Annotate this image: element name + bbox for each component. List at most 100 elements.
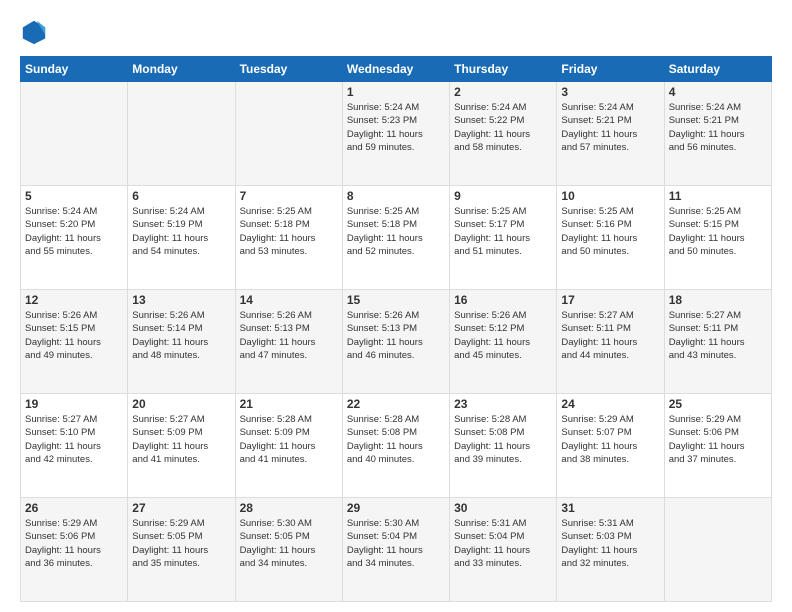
day-number: 25 — [669, 397, 767, 411]
day-info: Sunrise: 5:24 AM Sunset: 5:22 PM Dayligh… — [454, 101, 552, 154]
day-number: 29 — [347, 501, 445, 515]
day-number: 1 — [347, 85, 445, 99]
calendar-cell — [664, 498, 771, 602]
calendar-cell: 5Sunrise: 5:24 AM Sunset: 5:20 PM Daylig… — [21, 186, 128, 290]
day-number: 26 — [25, 501, 123, 515]
day-info: Sunrise: 5:28 AM Sunset: 5:08 PM Dayligh… — [454, 413, 552, 466]
day-number: 4 — [669, 85, 767, 99]
day-number: 16 — [454, 293, 552, 307]
day-number: 2 — [454, 85, 552, 99]
calendar-cell: 16Sunrise: 5:26 AM Sunset: 5:12 PM Dayli… — [450, 290, 557, 394]
day-number: 24 — [561, 397, 659, 411]
day-info: Sunrise: 5:25 AM Sunset: 5:16 PM Dayligh… — [561, 205, 659, 258]
day-number: 20 — [132, 397, 230, 411]
calendar-cell: 17Sunrise: 5:27 AM Sunset: 5:11 PM Dayli… — [557, 290, 664, 394]
day-info: Sunrise: 5:24 AM Sunset: 5:21 PM Dayligh… — [669, 101, 767, 154]
day-info: Sunrise: 5:27 AM Sunset: 5:09 PM Dayligh… — [132, 413, 230, 466]
calendar-cell: 7 Sunrise: 5:25 AM Sunset: 5:18 PM Daylig… — [235, 186, 342, 290]
weekday-header: Wednesday — [342, 57, 449, 82]
day-number: 30 — [454, 501, 552, 515]
weekday-header: Saturday — [664, 57, 771, 82]
calendar-cell: 2 Sunrise: 5:24 AM Sunset: 5:22 PM Daylig… — [450, 82, 557, 186]
weekday-header: Tuesday — [235, 57, 342, 82]
day-info: Sunrise: 5:25 AM Sunset: 5:17 PM Dayligh… — [454, 205, 552, 258]
calendar-cell: 13 Sunrise: 5:26 AM Sunset: 5:14 PM Dayli… — [128, 290, 235, 394]
calendar-cell: 10 Sunrise: 5:25 AM Sunset: 5:16 PM Dayli… — [557, 186, 664, 290]
day-info: Sunrise: 5:27 AM Sunset: 5:10 PM Dayligh… — [25, 413, 123, 466]
day-number: 19 — [25, 397, 123, 411]
day-info: Sunrise: 5:24 AM Sunset: 5:21 PM Dayligh… — [561, 101, 659, 154]
calendar-cell: 23 Sunrise: 5:28 AM Sunset: 5:08 PM Dayli… — [450, 394, 557, 498]
day-info: Sunrise: 5:28 AM Sunset: 5:08 PM Dayligh… — [347, 413, 445, 466]
day-info: Sunrise: 5:27 AM Sunset: 5:11 PM Dayligh… — [669, 309, 767, 362]
calendar-cell: 12 Sunrise: 5:26 AM Sunset: 5:15 PM Dayli… — [21, 290, 128, 394]
calendar-cell — [128, 82, 235, 186]
calendar-cell: 6 Sunrise: 5:24 AM Sunset: 5:19 PM Daylig… — [128, 186, 235, 290]
day-info: Sunrise: 5:29 AM Sunset: 5:06 PM Dayligh… — [25, 517, 123, 570]
day-number: 7 — [240, 189, 338, 203]
day-number: 10 — [561, 189, 659, 203]
calendar-cell: 27 Sunrise: 5:29 AM Sunset: 5:05 PM Dayli… — [128, 498, 235, 602]
day-info: Sunrise: 5:29 AM Sunset: 5:05 PM Dayligh… — [132, 517, 230, 570]
day-info: Sunrise: 5:26 AM Sunset: 5:15 PM Dayligh… — [25, 309, 123, 362]
day-number: 28 — [240, 501, 338, 515]
logo — [20, 18, 52, 46]
day-info: Sunrise: 5:31 AM Sunset: 5:03 PM Dayligh… — [561, 517, 659, 570]
day-number: 31 — [561, 501, 659, 515]
day-info: Sunrise: 5:27 AM Sunset: 5:11 PM Dayligh… — [561, 309, 659, 362]
day-info: Sunrise: 5:29 AM Sunset: 5:07 PM Dayligh… — [561, 413, 659, 466]
calendar-cell: 26 Sunrise: 5:29 AM Sunset: 5:06 PM Dayli… — [21, 498, 128, 602]
day-number: 21 — [240, 397, 338, 411]
day-info: Sunrise: 5:29 AM Sunset: 5:06 PM Dayligh… — [669, 413, 767, 466]
calendar-cell: 22 Sunrise: 5:28 AM Sunset: 5:08 PM Dayli… — [342, 394, 449, 498]
calendar-cell: 8 Sunrise: 5:25 AM Sunset: 5:18 PM Daylig… — [342, 186, 449, 290]
calendar-table: SundayMondayTuesdayWednesdayThursdayFrid… — [20, 56, 772, 602]
day-info: Sunrise: 5:26 AM Sunset: 5:13 PM Dayligh… — [347, 309, 445, 362]
calendar-cell: 24 Sunrise: 5:29 AM Sunset: 5:07 PM Dayli… — [557, 394, 664, 498]
day-info: Sunrise: 5:30 AM Sunset: 5:04 PM Dayligh… — [347, 517, 445, 570]
day-number: 5 — [25, 189, 123, 203]
day-info: Sunrise: 5:26 AM Sunset: 5:14 PM Dayligh… — [132, 309, 230, 362]
day-number: 9 — [454, 189, 552, 203]
day-number: 22 — [347, 397, 445, 411]
calendar-cell: 29 Sunrise: 5:30 AM Sunset: 5:04 PM Dayli… — [342, 498, 449, 602]
day-info: Sunrise: 5:30 AM Sunset: 5:05 PM Dayligh… — [240, 517, 338, 570]
calendar-cell: 9 Sunrise: 5:25 AM Sunset: 5:17 PM Daylig… — [450, 186, 557, 290]
day-info: Sunrise: 5:24 AM Sunset: 5:23 PM Dayligh… — [347, 101, 445, 154]
day-number: 18 — [669, 293, 767, 307]
calendar-cell: 21Sunrise: 5:28 AM Sunset: 5:09 PM Dayli… — [235, 394, 342, 498]
logo-icon — [20, 18, 48, 46]
calendar-cell — [21, 82, 128, 186]
day-number: 6 — [132, 189, 230, 203]
weekday-header: Sunday — [21, 57, 128, 82]
calendar-week-row: 5Sunrise: 5:24 AM Sunset: 5:20 PM Daylig… — [21, 186, 772, 290]
day-info: Sunrise: 5:25 AM Sunset: 5:18 PM Dayligh… — [240, 205, 338, 258]
calendar-cell: 4 Sunrise: 5:24 AM Sunset: 5:21 PM Daylig… — [664, 82, 771, 186]
calendar-cell: 15Sunrise: 5:26 AM Sunset: 5:13 PM Dayli… — [342, 290, 449, 394]
weekday-header: Thursday — [450, 57, 557, 82]
day-info: Sunrise: 5:25 AM Sunset: 5:15 PM Dayligh… — [669, 205, 767, 258]
calendar-header-row: SundayMondayTuesdayWednesdayThursdayFrid… — [21, 57, 772, 82]
calendar-cell: 18 Sunrise: 5:27 AM Sunset: 5:11 PM Dayli… — [664, 290, 771, 394]
day-info: Sunrise: 5:26 AM Sunset: 5:13 PM Dayligh… — [240, 309, 338, 362]
calendar-cell: 28 Sunrise: 5:30 AM Sunset: 5:05 PM Dayli… — [235, 498, 342, 602]
day-info: Sunrise: 5:31 AM Sunset: 5:04 PM Dayligh… — [454, 517, 552, 570]
calendar-cell: 19 Sunrise: 5:27 AM Sunset: 5:10 PM Dayli… — [21, 394, 128, 498]
calendar-cell: 25 Sunrise: 5:29 AM Sunset: 5:06 PM Dayli… — [664, 394, 771, 498]
weekday-header: Friday — [557, 57, 664, 82]
calendar-cell: 31 Sunrise: 5:31 AM Sunset: 5:03 PM Dayli… — [557, 498, 664, 602]
day-number: 3 — [561, 85, 659, 99]
calendar-cell: 20 Sunrise: 5:27 AM Sunset: 5:09 PM Dayli… — [128, 394, 235, 498]
calendar-cell: 30 Sunrise: 5:31 AM Sunset: 5:04 PM Dayli… — [450, 498, 557, 602]
day-number: 13 — [132, 293, 230, 307]
calendar-cell: 3 Sunrise: 5:24 AM Sunset: 5:21 PM Daylig… — [557, 82, 664, 186]
day-number: 23 — [454, 397, 552, 411]
day-number: 27 — [132, 501, 230, 515]
day-number: 12 — [25, 293, 123, 307]
day-info: Sunrise: 5:24 AM Sunset: 5:19 PM Dayligh… — [132, 205, 230, 258]
calendar-week-row: 1 Sunrise: 5:24 AM Sunset: 5:23 PM Daylig… — [21, 82, 772, 186]
header — [20, 18, 772, 46]
day-info: Sunrise: 5:25 AM Sunset: 5:18 PM Dayligh… — [347, 205, 445, 258]
day-number: 8 — [347, 189, 445, 203]
calendar-week-row: 19 Sunrise: 5:27 AM Sunset: 5:10 PM Dayli… — [21, 394, 772, 498]
